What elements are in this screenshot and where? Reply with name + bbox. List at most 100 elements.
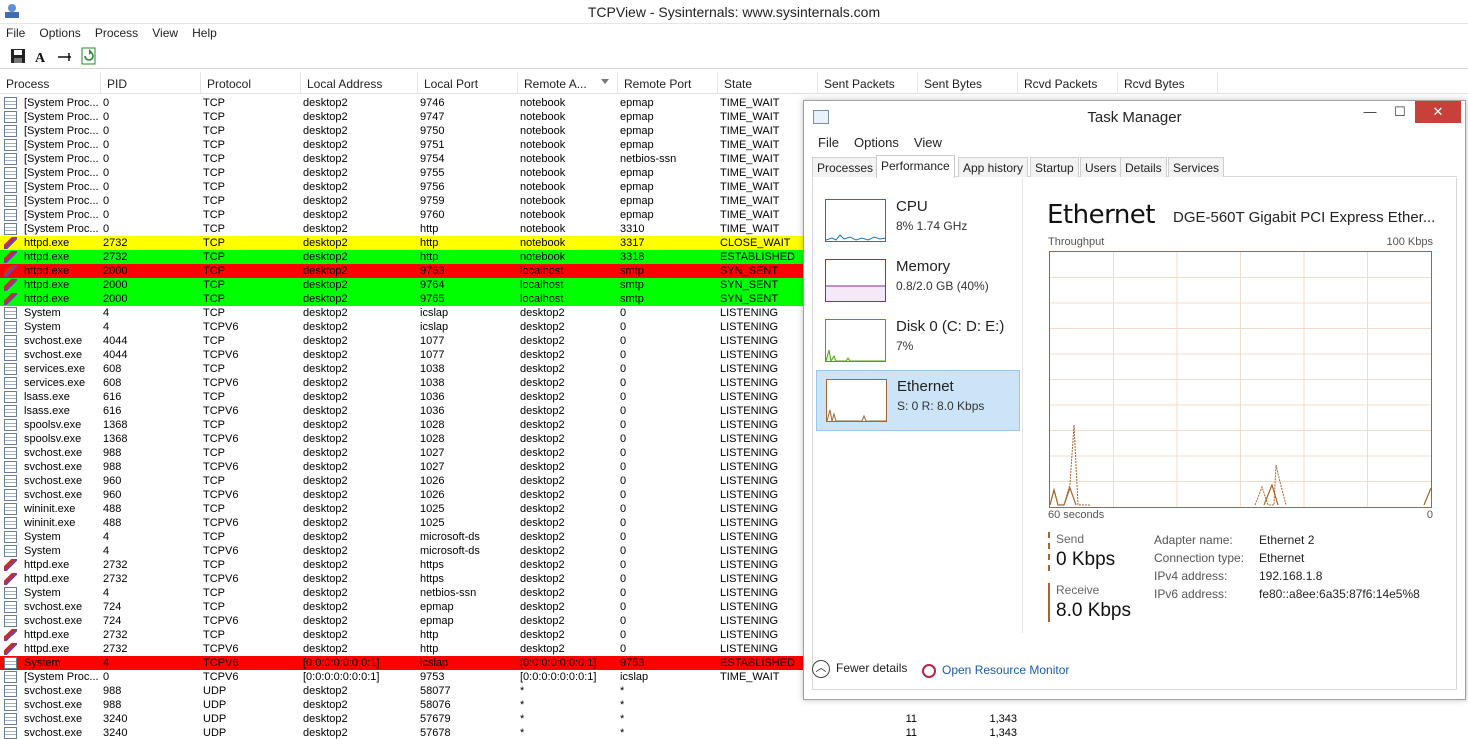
col-sent-packets[interactable]: Sent Packets (818, 72, 918, 94)
tab-users[interactable]: Users (1080, 157, 1122, 177)
cell-local-port: icslap (420, 657, 449, 669)
table-row[interactable]: svchost.exe 4044 TCP desktop2 1077 desktop2 0 L… (0, 334, 803, 348)
col-remote-port[interactable]: Remote Port (618, 72, 718, 94)
col-rcvd-packets[interactable]: Rcvd Packets (1018, 72, 1118, 94)
table-row[interactable]: [System Proc... 0 TCP desktop2 9756 notebook e… (0, 180, 803, 194)
cell-remote-address: desktop2 (520, 587, 565, 599)
cell-protocol: TCP (203, 139, 225, 151)
tab-details[interactable]: Details (1120, 157, 1167, 177)
table-row[interactable]: httpd.exe 2000 TCP desktop2 9764 localhost smt… (0, 278, 803, 292)
connect-icon[interactable] (56, 47, 74, 65)
col-pid[interactable]: PID (101, 72, 201, 94)
col-local-port[interactable]: Local Port (418, 72, 518, 94)
tab-app-history[interactable]: App history (958, 157, 1029, 177)
table-row[interactable]: System 4 TCPV6 desktop2 icslap desktop2 0 LISTE… (0, 320, 803, 334)
table-row[interactable]: httpd.exe 2000 TCP desktop2 9763 localhost smt… (0, 264, 803, 278)
perf-item-memory[interactable]: Memory 0.8/2.0 GB (40%) (816, 251, 1020, 312)
fewer-details-button[interactable]: ︿ Fewer details (812, 660, 907, 678)
table-row[interactable]: svchost.exe 3240 UDP desktop2 57679 * * 11 1,343 (0, 712, 1468, 726)
table-row[interactable]: httpd.exe 2732 TCPV6 desktop2 http desktop2 0 L… (0, 642, 803, 656)
perf-item-disk[interactable]: Disk 0 (C: D: E:) 7% (816, 311, 1020, 372)
table-row[interactable]: wininit.exe 488 TCPV6 desktop2 1025 desktop2 0… (0, 516, 803, 530)
table-row[interactable]: [System Proc... 0 TCP desktop2 9750 notebook e… (0, 124, 803, 138)
cell-local-port: 58076 (420, 699, 451, 711)
menu-help[interactable]: Help (186, 24, 222, 40)
perf-item-value: 7% (896, 339, 914, 353)
table-row[interactable]: [System Proc... 0 TCP desktop2 9754 notebook n… (0, 152, 803, 166)
menu-options[interactable]: Options (33, 24, 85, 40)
close-button[interactable]: ✕ (1415, 101, 1461, 123)
table-row[interactable]: services.exe 608 TCPV6 desktop2 1038 desktop2… (0, 376, 803, 390)
open-resource-monitor-link[interactable]: Open Resource Monitor (922, 663, 1069, 678)
table-row[interactable]: httpd.exe 2732 TCP desktop2 http notebook 3318… (0, 250, 803, 264)
cell-remote-port: 9753 (620, 657, 645, 669)
table-row[interactable]: svchost.exe 3240 UDP desktop2 57678 * * 11 1,343 (0, 726, 1468, 739)
table-row[interactable]: lsass.exe 616 TCPV6 desktop2 1036 desktop2 0 LI… (0, 404, 803, 418)
table-row[interactable]: wininit.exe 488 TCP desktop2 1025 desktop2 0 LI… (0, 502, 803, 516)
perf-item-cpu[interactable]: CPU 8% 1.74 GHz (816, 191, 1020, 252)
table-row[interactable]: httpd.exe 2732 TCP desktop2 https desktop2 0 LI… (0, 558, 803, 572)
maximize-button[interactable]: ☐ (1385, 101, 1415, 123)
col-process[interactable]: Process (0, 72, 101, 94)
cell-state: TIME_WAIT (720, 167, 780, 179)
table-row[interactable]: svchost.exe 988 TCPV6 desktop2 1027 desktop2 0… (0, 460, 803, 474)
tab-performance[interactable]: Performance (876, 155, 955, 178)
table-row[interactable]: svchost.exe 988 UDP desktop2 58077 * * (0, 684, 803, 698)
table-row[interactable]: System 4 TCP desktop2 microsoft-ds desktop2 0 L… (0, 530, 803, 544)
table-row[interactable]: spoolsv.exe 1368 TCP desktop2 1028 desktop2 0 L… (0, 418, 803, 432)
col-remote-address[interactable]: Remote A... (518, 72, 618, 94)
save-icon[interactable] (9, 47, 27, 65)
cell-process: [System Proc... (24, 97, 99, 109)
table-row[interactable]: System 4 TCPV6 [0:0:0:0:0:0:0:1] icslap [0:0:… (0, 656, 803, 670)
table-row[interactable]: System 4 TCP desktop2 netbios-ssn desktop2 0 LI… (0, 586, 803, 600)
menu-view[interactable]: View (146, 24, 183, 40)
font-icon[interactable]: A (32, 47, 50, 65)
table-row[interactable]: [System Proc... 0 TCPV6 [0:0:0:0:0:0:0:1] 97… (0, 670, 803, 684)
table-row[interactable]: svchost.exe 960 TCP desktop2 1026 desktop2 0 LI… (0, 474, 803, 488)
table-row[interactable]: System 4 TCPV6 desktop2 microsoft-ds desktop2… (0, 544, 803, 558)
col-state[interactable]: State (718, 72, 818, 94)
tm-menu-view[interactable]: View (908, 133, 948, 152)
table-row[interactable]: [System Proc... 0 TCP desktop2 http notebook 3… (0, 222, 803, 236)
table-row[interactable]: [System Proc... 0 TCP desktop2 9759 notebook e… (0, 194, 803, 208)
table-row[interactable]: svchost.exe 724 TCPV6 desktop2 epmap desktop2… (0, 614, 803, 628)
table-row[interactable]: svchost.exe 724 TCP desktop2 epmap desktop2 0 L… (0, 600, 803, 614)
table-row[interactable]: svchost.exe 4044 TCPV6 desktop2 1077 desktop2… (0, 348, 803, 362)
cell-local-address: desktop2 (303, 573, 348, 585)
cell-process: httpd.exe (24, 643, 70, 655)
col-protocol[interactable]: Protocol (201, 72, 301, 94)
minimize-button[interactable]: — (1355, 101, 1385, 123)
table-row[interactable]: [System Proc... 0 TCP desktop2 9746 notebook e… (0, 96, 803, 110)
cell-protocol: TCPV6 (203, 405, 239, 417)
table-row[interactable]: [System Proc... 0 TCP desktop2 9751 notebook e… (0, 138, 803, 152)
tm-menu-file[interactable]: File (812, 133, 845, 152)
table-row[interactable]: httpd.exe 2732 TCPV6 desktop2 https desktop2 0… (0, 572, 803, 586)
tab-processes[interactable]: Processes (812, 157, 879, 177)
col-local-address[interactable]: Local Address (301, 72, 418, 94)
table-row[interactable]: System 4 TCP desktop2 icslap desktop2 0 LISTENI… (0, 306, 803, 320)
table-row[interactable]: services.exe 608 TCP desktop2 1038 desktop2 0 L… (0, 362, 803, 376)
table-row[interactable]: httpd.exe 2000 TCP desktop2 9765 localhost smt… (0, 292, 803, 306)
cell-protocol: TCP (203, 629, 225, 641)
table-row[interactable]: lsass.exe 616 TCP desktop2 1036 desktop2 0 LIST… (0, 390, 803, 404)
table-row[interactable]: svchost.exe 988 UDP desktop2 58076 * * (0, 698, 803, 712)
tab-services[interactable]: Services (1168, 157, 1225, 177)
tab-startup[interactable]: Startup (1030, 157, 1079, 177)
table-row[interactable]: [System Proc... 0 TCP desktop2 9760 notebook e… (0, 208, 803, 222)
refresh-icon[interactable] (80, 47, 98, 65)
tm-menu-options[interactable]: Options (848, 133, 905, 152)
table-row[interactable]: spoolsv.exe 1368 TCPV6 desktop2 1028 desktop2… (0, 432, 803, 446)
cell-remote-address: desktop2 (520, 601, 565, 613)
table-row[interactable]: [System Proc... 0 TCP desktop2 9747 notebook e… (0, 110, 803, 124)
table-row[interactable]: httpd.exe 2732 TCP desktop2 http desktop2 0 LIS… (0, 628, 803, 642)
perf-item-ethernet[interactable]: Ethernet S: 0 R: 8.0 Kbps (816, 370, 1020, 431)
table-row[interactable]: svchost.exe 960 TCPV6 desktop2 1026 desktop2 0… (0, 488, 803, 502)
table-row[interactable]: svchost.exe 988 TCP desktop2 1027 desktop2 0 LI… (0, 446, 803, 460)
col-sent-bytes[interactable]: Sent Bytes (918, 72, 1018, 94)
col-rcvd-bytes[interactable]: Rcvd Bytes (1118, 72, 1218, 94)
table-row[interactable]: [System Proc... 0 TCP desktop2 9755 notebook e… (0, 166, 803, 180)
time-axis-zero: 0 (1426, 509, 1433, 521)
table-row[interactable]: httpd.exe 2732 TCP desktop2 http notebook 3317… (0, 236, 803, 250)
menu-process[interactable]: Process (89, 24, 143, 40)
menu-file[interactable]: File (0, 24, 30, 40)
